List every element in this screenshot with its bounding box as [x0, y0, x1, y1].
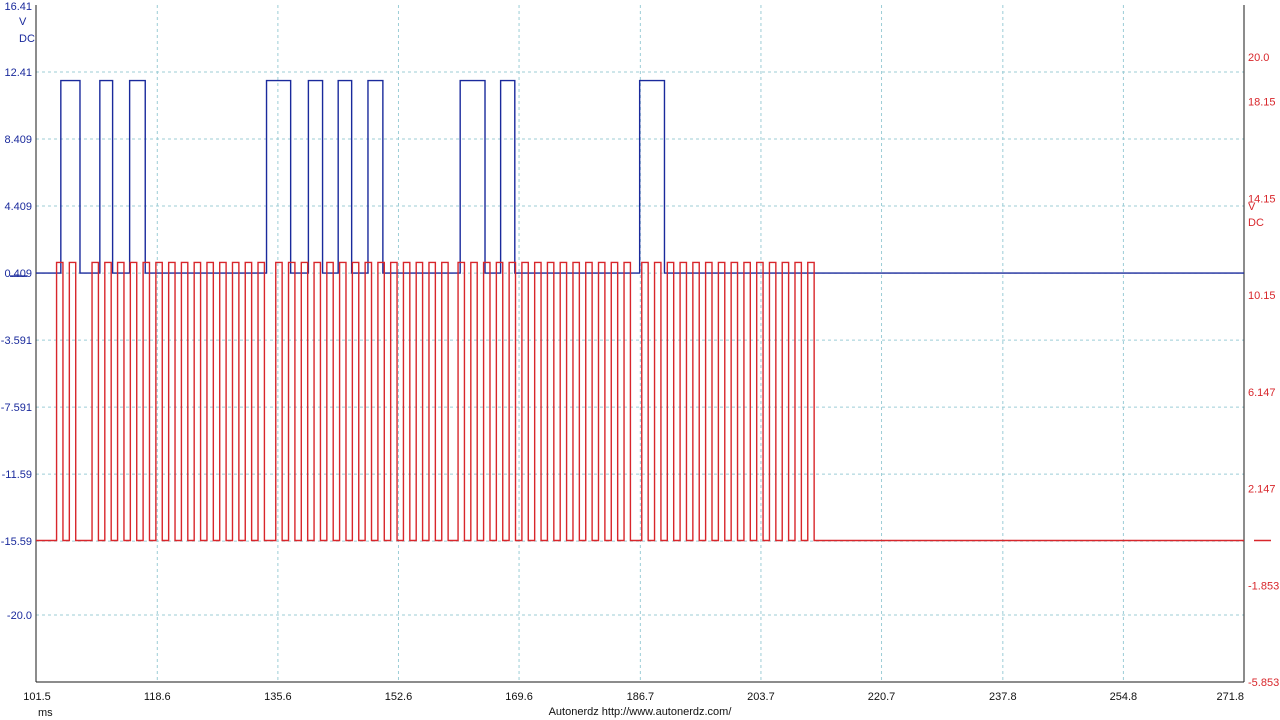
right-unit-label: DC [1248, 217, 1264, 229]
right-tick-label: 6.147 [1248, 387, 1276, 399]
x-tick-label: 135.6 [264, 691, 292, 703]
left-tick-label: 0.409 [4, 268, 32, 280]
left-tick-label: -7.591 [1, 402, 32, 414]
right-axis: 20.018.1514.1510.156.1472.147-1.853-5.85… [1248, 52, 1279, 689]
x-tick-label: 254.8 [1110, 691, 1138, 703]
left-axis: 16.41 12.41 8.409 4.409 0.409 -3.591 -7.591 -11… [1, 1, 35, 622]
left-tick-label: 12.41 [4, 67, 32, 79]
left-tick-label: -15.59 [1, 536, 32, 548]
x-unit-label: ms [38, 707, 53, 719]
left-unit-label: DC [19, 33, 35, 45]
right-tick-label: -5.853 [1248, 677, 1279, 689]
left-tick-label: -11.59 [2, 469, 32, 481]
right-tick-label: 10.15 [1248, 290, 1276, 302]
x-tick-label: 169.6 [505, 691, 533, 703]
right-unit-label: V [1248, 201, 1256, 213]
oscilloscope-chart: 16.41 12.41 8.409 4.409 0.409 -3.591 -7.591 -11… [1, 1, 1279, 719]
x-tick-label: 237.8 [989, 691, 1017, 703]
left-tick-label: 16.41 [4, 1, 32, 13]
credit-text: Autonerdz http://www.autonerdz.com/ [549, 706, 733, 718]
left-tick-label: -3.591 [1, 335, 32, 347]
x-tick-label: 101.5 [23, 691, 51, 703]
right-tick-label: 20.0 [1248, 52, 1269, 64]
x-tick-label: 186.7 [627, 691, 655, 703]
x-tick-label: 152.6 [385, 691, 413, 703]
left-tick-label: -20.0 [7, 610, 32, 622]
x-tick-label: 271.8 [1216, 691, 1244, 703]
left-tick-label: 4.409 [4, 201, 32, 213]
x-tick-label: 203.7 [747, 691, 775, 703]
left-unit-label: V [19, 16, 27, 28]
left-axis-signal-trace [36, 79, 1244, 274]
right-tick-label: -1.853 [1248, 580, 1279, 592]
right-tick-label: 2.147 [1248, 484, 1276, 496]
x-tick-label: 220.7 [868, 691, 896, 703]
left-tick-label: 8.409 [4, 134, 32, 146]
x-tick-label: 118.6 [144, 691, 171, 703]
right-tick-label: 18.15 [1248, 97, 1276, 109]
